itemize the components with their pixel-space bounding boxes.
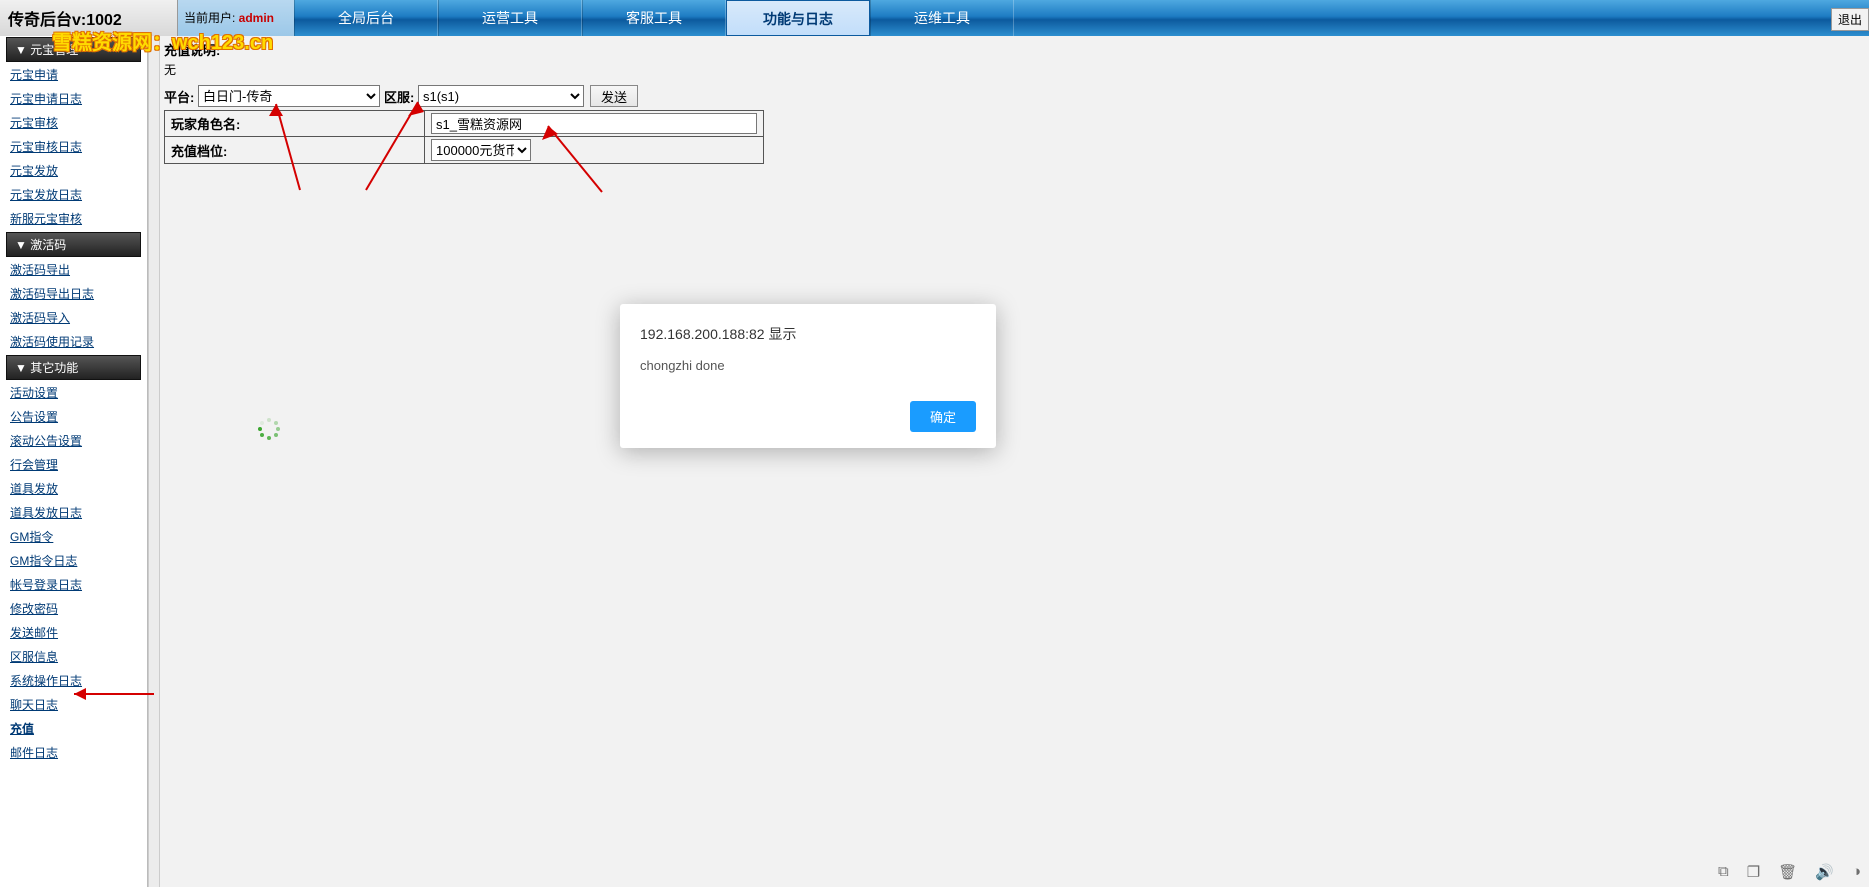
sidebar-item-notice[interactable]: 公告设置 — [0, 405, 147, 429]
share-icon[interactable]: ⧉ — [1718, 863, 1729, 881]
sidebar-item-ac-import[interactable]: 激活码导入 — [0, 306, 147, 330]
sidebar-item-ac-export-log[interactable]: 激活码导出日志 — [0, 282, 147, 306]
sidebar-item-ac-export[interactable]: 激活码导出 — [0, 258, 147, 282]
tier-label: 充值档位: — [165, 137, 425, 164]
trash-icon[interactable]: 🗑 — [1778, 863, 1797, 881]
recharge-form-table: 玩家角色名: 充值档位: 100000元货币 — [164, 110, 764, 164]
sidebar-item-yb-issue[interactable]: 元宝发放 — [0, 159, 147, 183]
main-nav: 全局后台 运营工具 客服工具 功能与日志 运维工具 — [294, 0, 1014, 36]
platform-label: 平台: — [164, 87, 198, 106]
sidebar-item-ac-usage[interactable]: 激活码使用记录 — [0, 330, 147, 354]
sidebar-item-send-mail[interactable]: 发送邮件 — [0, 621, 147, 645]
sidebar-item-yb-audit[interactable]: 元宝审核 — [0, 111, 147, 135]
volume-icon[interactable]: 🔊 — [1815, 863, 1834, 881]
role-input[interactable] — [431, 113, 757, 134]
sidebar-item-yb-apply-log[interactable]: 元宝申请日志 — [0, 87, 147, 111]
sidebar-item-chat-log[interactable]: 聊天日志 — [0, 693, 147, 717]
tier-select[interactable]: 100000元货币 — [431, 139, 531, 161]
sidebar-item-yb-apply[interactable]: 元宝申请 — [0, 63, 147, 87]
sidebar-item-yb-audit-log[interactable]: 元宝审核日志 — [0, 135, 147, 159]
sidebar-item-gmcmd-log[interactable]: GM指令日志 — [0, 549, 147, 573]
alert-ok-button[interactable]: 确定 — [910, 401, 976, 432]
platform-select[interactable]: 白日门-传奇 — [198, 85, 380, 107]
sidebar-item-yb-issue-log[interactable]: 元宝发放日志 — [0, 183, 147, 207]
app-logo: 传奇后台v:1002 — [0, 0, 178, 36]
current-user-value: admin — [239, 11, 274, 25]
sidebar-item-itemissue-log[interactable]: 道具发放日志 — [0, 501, 147, 525]
alert-title: 192.168.200.188:82 显示 — [640, 324, 976, 344]
sidebar-item-itemissue[interactable]: 道具发放 — [0, 477, 147, 501]
recharge-desc-label: 充值说明: — [160, 36, 1869, 61]
current-user-label: 当前用户: — [184, 11, 239, 25]
sidebar-scrollbar[interactable] — [148, 36, 160, 887]
sidebar-group-other[interactable]: ▼ 其它功能 — [6, 355, 141, 380]
sidebar-item-guild[interactable]: 行会管理 — [0, 453, 147, 477]
footer-icon-bar: ⧉ ❐ 🗑 🔊 ◑ — [1718, 863, 1861, 881]
role-label: 玩家角色名: — [165, 111, 425, 137]
sidebar: ▼ 元宝管理 元宝申请 元宝申请日志 元宝审核 元宝审核日志 元宝发放 元宝发放… — [0, 36, 148, 887]
sidebar-item-sysop-log[interactable]: 系统操作日志 — [0, 669, 147, 693]
sidebar-item-yb-newserver[interactable]: 新服元宝审核 — [0, 207, 147, 231]
sidebar-item-zone-info[interactable]: 区服信息 — [0, 645, 147, 669]
bookmark-icon[interactable]: ◑ — [1852, 863, 1861, 881]
nav-tab-service[interactable]: 客服工具 — [582, 0, 726, 36]
alert-message: chongzhi done — [640, 358, 976, 373]
sidebar-item-recharge[interactable]: 充值 — [0, 717, 147, 741]
logout-button[interactable]: 退出 — [1831, 8, 1869, 31]
top-header: 传奇后台v:1002 当前用户: admin 全局后台 运营工具 客服工具 功能… — [0, 0, 1869, 36]
recharge-desc-value: 无 — [160, 61, 1869, 84]
sidebar-item-mail-log[interactable]: 邮件日志 — [0, 741, 147, 765]
copy-icon[interactable]: ❐ — [1747, 863, 1760, 881]
sidebar-item-change-pw[interactable]: 修改密码 — [0, 597, 147, 621]
main-content: 充值说明: 无 平台: 白日门-传奇 区服: s1(s1) 发送 玩家角色名: … — [160, 36, 1869, 887]
sidebar-group-yuanbao[interactable]: ▼ 元宝管理 — [6, 37, 141, 62]
sidebar-group-activation[interactable]: ▼ 激活码 — [6, 232, 141, 257]
current-user-block: 当前用户: admin — [178, 0, 294, 36]
nav-tab-ops[interactable]: 运维工具 — [870, 0, 1014, 36]
sidebar-item-activity[interactable]: 活动设置 — [0, 381, 147, 405]
send-button[interactable]: 发送 — [590, 85, 638, 107]
alert-dialog: 192.168.200.188:82 显示 chongzhi done 确定 — [620, 304, 996, 448]
nav-tab-operate[interactable]: 运营工具 — [438, 0, 582, 36]
sidebar-item-scrollnotice[interactable]: 滚动公告设置 — [0, 429, 147, 453]
zone-label: 区服: — [384, 87, 418, 106]
sidebar-item-login-log[interactable]: 帐号登录日志 — [0, 573, 147, 597]
zone-select[interactable]: s1(s1) — [418, 85, 584, 107]
sidebar-item-gmcmd[interactable]: GM指令 — [0, 525, 147, 549]
nav-tab-global[interactable]: 全局后台 — [294, 0, 438, 36]
nav-tab-funclog[interactable]: 功能与日志 — [726, 0, 870, 36]
loading-spinner-icon — [258, 418, 280, 440]
